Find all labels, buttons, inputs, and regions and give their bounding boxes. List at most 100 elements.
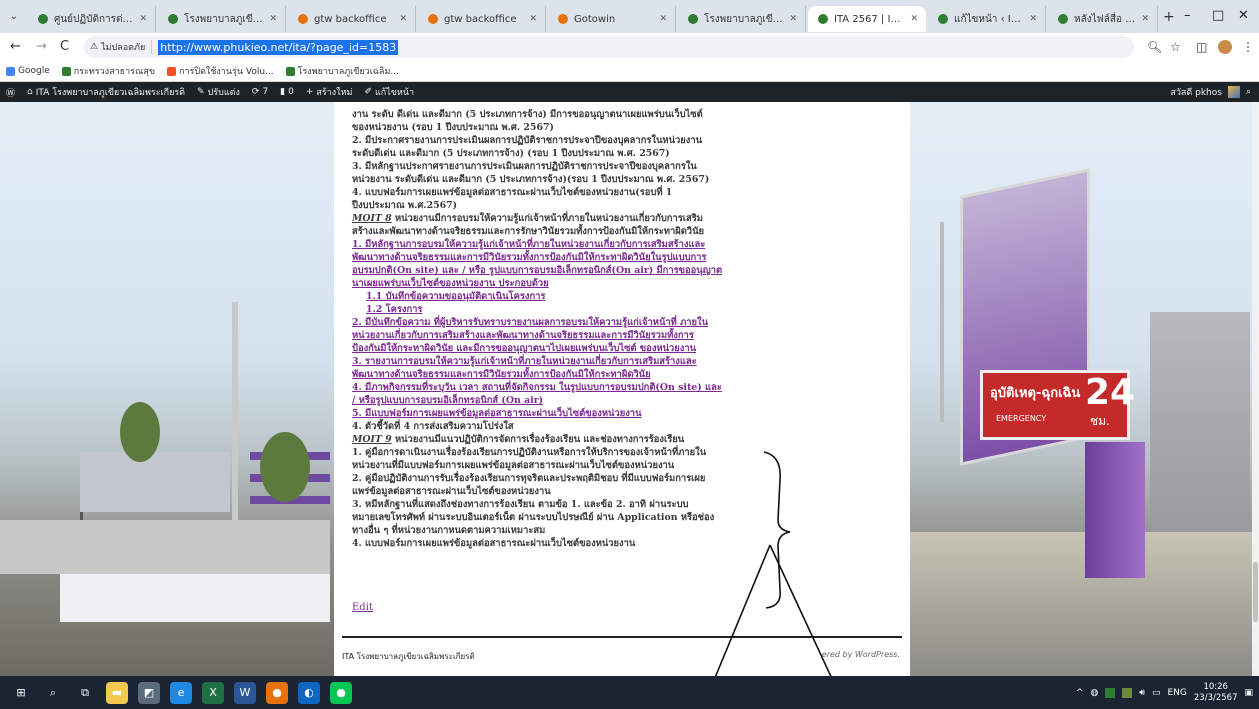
chrome-icon[interactable]: ●: [266, 681, 288, 704]
tab-title: ITA 2567 | ITA โรงพยาบาล: [834, 13, 904, 25]
document-link[interactable]: 3. รายงานการอบรมให้ความรู้แก่เจ้าหน้าที่…: [352, 355, 902, 368]
app-icon[interactable]: ◩: [138, 681, 160, 704]
tab-search-icon[interactable]: ⌄: [6, 9, 22, 25]
document-link[interactable]: 5. มีแบบฟอร์มการเผยแพร่ข้อมูลต่อสาธารณะผ…: [352, 407, 902, 420]
admin-updates[interactable]: ⟳ 7: [246, 87, 274, 97]
admin-edit-page[interactable]: ✐ แก้ไขหน้า: [358, 85, 420, 99]
close-icon[interactable]: ✕: [659, 14, 667, 24]
favicon-icon: [428, 14, 438, 24]
word-icon[interactable]: W: [234, 681, 256, 704]
moph-icon: [61, 66, 71, 76]
close-window-button[interactable]: ✕: [1238, 8, 1249, 23]
close-icon[interactable]: ✕: [1029, 14, 1037, 24]
document-link[interactable]: หน่วยงานเกี่ยวกับการเสริมสร้างและพัฒนาทา…: [352, 329, 902, 342]
moit-heading: MOIT 9 หน่วยงานมีแนวปฏิบัติการจัดการเรื่…: [352, 433, 902, 446]
close-icon[interactable]: ✕: [910, 14, 918, 24]
security-chip[interactable]: ⚠ ไม่ปลอดภัย: [90, 40, 153, 54]
document-link[interactable]: อบรมปกติ(On site) และ / หรือ รูปแบบการอบ…: [352, 264, 902, 277]
excel-icon[interactable]: X: [202, 681, 224, 704]
content-text: หน่วยงานที่มีแบบฟอร์มการเผยแพร่ข้อมูลต่อ…: [352, 460, 675, 471]
document-link[interactable]: 2. มีบันทึกข้อความ ที่ผู้บริหารรับทราบรา…: [352, 316, 902, 329]
close-icon[interactable]: ✕: [139, 14, 147, 24]
speaker-icon[interactable]: 🔊︎: [1139, 688, 1145, 698]
admin-user-greeting[interactable]: สวัสดี pkhos: [1170, 85, 1222, 99]
document-link[interactable]: พัฒนาทางด้านจริยธรรมและการมีวินัยรวมทั้ง…: [352, 368, 902, 381]
lamp-pole: [940, 222, 944, 422]
bookmark-google[interactable]: Google: [6, 66, 50, 76]
maximize-button[interactable]: □: [1212, 8, 1224, 23]
tab-7-active[interactable]: ITA 2567 | ITA โรงพยาบาล ✕: [808, 6, 926, 32]
taskbar-apps: ⊞ ⌕ ⧉ ▬ ◩ e X W ● ◐ ●: [0, 681, 352, 704]
search-icon[interactable]: 🔍︎: [1147, 40, 1162, 54]
notification-icon[interactable]: ▣: [1244, 688, 1253, 698]
document-link[interactable]: ป้องกันมิให้กระทาผิดวินัย และมีการขออนุญ…: [352, 342, 902, 355]
tray-app-icon[interactable]: [1105, 687, 1116, 698]
tree: [260, 432, 310, 502]
tab-title: gtw backoffice: [314, 13, 387, 25]
close-icon[interactable]: ✕: [789, 14, 797, 24]
document-link[interactable]: นาเผยแพร่บนเว็บไซต์ของหน่วยงาน ประกอบด้ว…: [352, 277, 902, 290]
tray-app-icon[interactable]: [1122, 687, 1133, 698]
forward-button[interactable]: →: [36, 39, 47, 54]
menu-icon[interactable]: ⋮: [1242, 40, 1254, 54]
tab-3[interactable]: gtw backoffice ✕: [288, 6, 416, 32]
clock[interactable]: 10:26 23/3/2567: [1194, 682, 1238, 704]
taskview-icon[interactable]: ⧉: [74, 681, 96, 704]
chevron-up-icon[interactable]: ^: [1076, 688, 1084, 698]
building-facade: [80, 452, 230, 512]
edit-link[interactable]: Edit: [352, 602, 373, 613]
edge-icon[interactable]: e: [170, 681, 192, 704]
document-link[interactable]: 1. มีหลักฐานการอบรมให้ความรู้แก่เจ้าหน้า…: [352, 238, 902, 251]
admin-customize[interactable]: ✎ ปรับแต่ง: [191, 85, 246, 99]
line-icon[interactable]: ●: [330, 681, 352, 704]
footer-site-name[interactable]: ITA โรงพยาบาลภูเขียวเฉลิมพระเกียรติ: [342, 650, 475, 663]
document-link[interactable]: 4. มีภาพกิจกรรมที่ระบุวัน เวลา สถานที่จั…: [352, 381, 902, 394]
tab-8[interactable]: แก้ไขหน้า ‹ ITA โรงพยาบาล ✕: [928, 6, 1046, 32]
back-button[interactable]: ←: [10, 39, 21, 54]
bookmark-moph[interactable]: กระทรวงสาธารณสุข: [61, 64, 155, 78]
bookmark-volume[interactable]: การปิดใช้งานรุ่น Volu...: [167, 64, 274, 78]
page-scrollbar[interactable]: [1252, 102, 1259, 676]
footer-credit[interactable]: ered by WordPress.: [822, 650, 900, 659]
reload-button[interactable]: C: [60, 39, 69, 54]
scrollbar-thumb[interactable]: [1253, 562, 1258, 622]
admin-comments[interactable]: ▮ 0: [274, 87, 300, 97]
tab-9[interactable]: หลังไฟล์สื่อ ‹ ITA โรงพยาบาล ✕: [1048, 6, 1158, 32]
wp-logo[interactable]: Ⓦ: [0, 86, 21, 99]
close-icon[interactable]: ✕: [269, 14, 277, 24]
star-icon[interactable]: ☆: [1170, 40, 1181, 54]
tab-5[interactable]: Gotowin ✕: [548, 6, 676, 32]
network-icon[interactable]: ◍: [1090, 688, 1098, 698]
tab-2[interactable]: โรงพยาบาลภูเขียวเฉลิมพระ ✕: [158, 6, 286, 32]
bookmark-hospital[interactable]: โรงพยาบาลภูเขียวเฉลิม...: [285, 64, 399, 78]
tab-4[interactable]: gtw backoffice ✕: [418, 6, 546, 32]
tab-6[interactable]: โรงพยาบาลภูเขียวเฉลิมพระ ✕: [678, 6, 806, 32]
language-indicator[interactable]: ENG: [1167, 688, 1186, 698]
content-text: 2. มีประกาศรายงานการประเมินผลการปฏิบัติร…: [352, 135, 702, 146]
close-icon[interactable]: ✕: [1141, 14, 1149, 24]
document-link[interactable]: พัฒนาทางด้านจริยธรรมและการมีวินัยรวมทั้ง…: [352, 251, 902, 264]
url-text[interactable]: http://www.phukieo.net/ita/?page_id=1583: [158, 39, 399, 55]
sidebar-icon[interactable]: ◫: [1196, 40, 1207, 54]
address-bar[interactable]: ⚠ ไม่ปลอดภัย http://www.phukieo.net/ita/…: [84, 36, 1134, 58]
search-icon[interactable]: ⌕: [42, 681, 64, 704]
document-link[interactable]: / หรือรูปแบบการอบรมอิเล็กทรอนิกส์ (On ai…: [352, 394, 902, 407]
document-link[interactable]: 1.2 โครงการ: [352, 303, 902, 316]
admin-new[interactable]: + สร้างใหม่: [300, 85, 359, 99]
close-icon[interactable]: ✕: [529, 14, 537, 24]
file-explorer-icon[interactable]: ▬: [106, 681, 128, 704]
hospital-icon: [285, 66, 295, 76]
content-panel: งาน ระดับ ดีเด่น และดีมาก (5 ประเภทการจ้…: [334, 102, 910, 676]
close-icon[interactable]: ✕: [399, 14, 407, 24]
search-icon[interactable]: ⌕: [1246, 87, 1251, 97]
admin-site-name[interactable]: ⌂ ITA โรงพยาบาลภูเขียวเฉลิมพระเกียรติ: [21, 85, 191, 99]
tab-1[interactable]: ศูนย์ปฏิบัติการต่อต้านการ ✕: [28, 6, 156, 32]
minimize-button[interactable]: –: [1184, 8, 1191, 23]
start-icon[interactable]: ⊞: [10, 681, 32, 704]
profile-icon[interactable]: [1218, 40, 1232, 54]
display-icon[interactable]: ▭: [1152, 688, 1161, 698]
app-icon[interactable]: ◐: [298, 681, 320, 704]
avatar[interactable]: [1227, 86, 1240, 98]
document-link[interactable]: 1.1 บันทึกข้อความขออนุมัติดาเนินโครงการ: [352, 290, 902, 303]
new-tab-button[interactable]: +: [1163, 9, 1175, 25]
